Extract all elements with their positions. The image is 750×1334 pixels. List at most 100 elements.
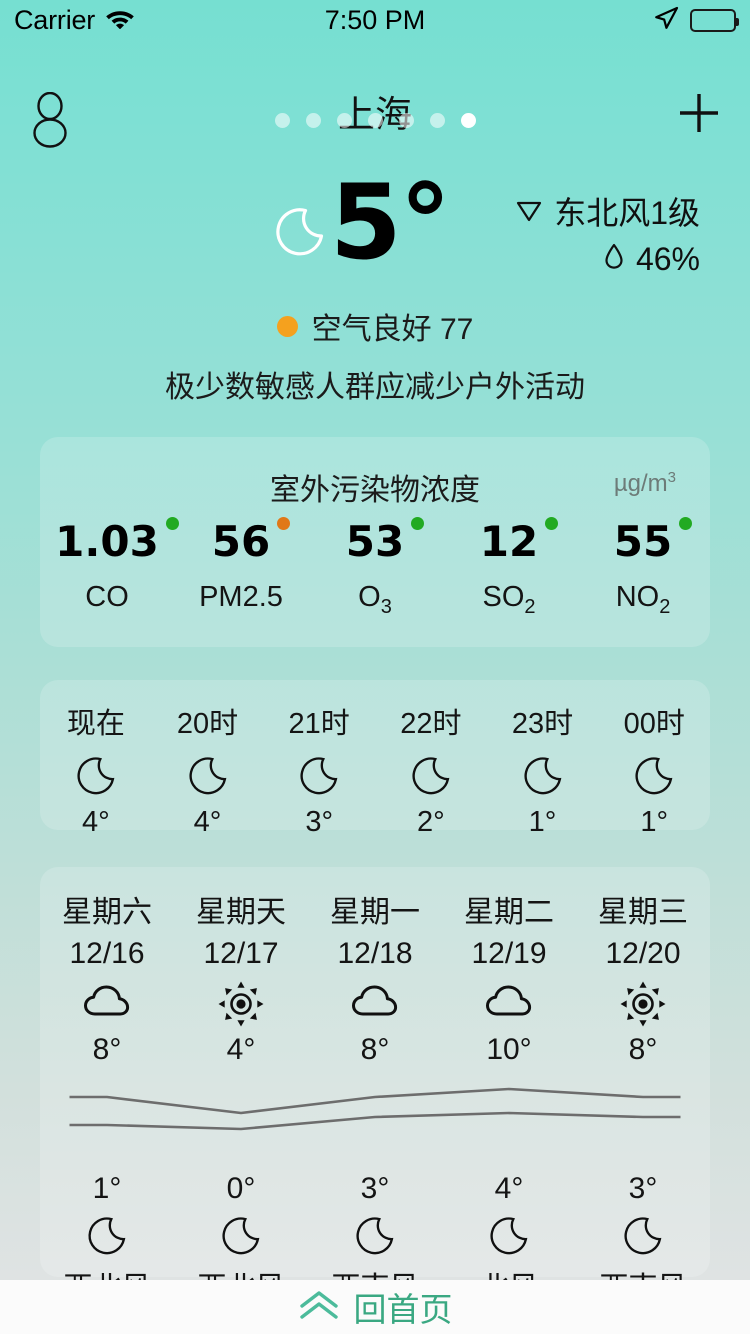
moon-icon [272, 204, 328, 265]
status-bar: Carrier 7:50 PM [0, 0, 750, 40]
page-dot[interactable] [368, 113, 383, 128]
page-dot-active[interactable] [461, 113, 476, 128]
daily-date: 12/20 [576, 937, 710, 971]
pollutants-unit: µg/m3 [614, 469, 676, 498]
hourly-forecast-card[interactable]: 现在 4° 20时 4° 21时 3° 22时 [40, 680, 710, 830]
hourly-temp: 4° [40, 806, 152, 839]
nav-bar: 上海 [0, 40, 750, 130]
page-dot[interactable] [275, 113, 290, 128]
trend-line-low [70, 1113, 681, 1129]
pollutants-card[interactable]: 室外污染物浓度 µg/m3 1.03 CO 56 PM2.5 53 O3 12 … [40, 437, 710, 647]
daily-day-grid: 星期六 12/16 8° 星期天 12/17 [40, 867, 710, 1067]
back-to-home-label: 回首页 [354, 1283, 453, 1331]
weather-app-screen: Carrier 7:50 PM [0, 0, 750, 1334]
daily-item: 星期天 12/17 [174, 887, 308, 1067]
daily-item: 星期二 12/19 10° [442, 887, 576, 1067]
pollutant-status-dot [545, 517, 558, 530]
hourly-temp: 4° [152, 806, 264, 839]
current-wind-humidity: 东北风1级 46% [515, 190, 700, 282]
daily-low-temp: 3° [576, 1172, 710, 1206]
trend-line-high [70, 1089, 681, 1113]
hourly-time: 22时 [375, 700, 487, 742]
hourly-item: 现在 4° [40, 700, 152, 830]
hourly-time: 00时 [598, 700, 710, 742]
moon-icon [375, 754, 487, 800]
battery-icon [690, 9, 736, 32]
pollutant-item: 53 O3 [308, 521, 442, 619]
pollutant-status-dot [166, 517, 179, 530]
status-bar-clock: 7:50 PM [325, 5, 426, 36]
moon-icon [487, 754, 599, 800]
page-dot[interactable] [306, 113, 321, 128]
daily-forecast-card[interactable]: 星期六 12/16 8° 星期天 12/17 [40, 867, 710, 1277]
pollutant-value: 56 [212, 521, 270, 563]
aqi-label: 空气良好 77 [312, 304, 474, 348]
pollutant-name: SO2 [442, 581, 576, 619]
pollutant-item: 12 SO2 [442, 521, 576, 619]
current-conditions: 5° 东北风1级 46% [0, 180, 750, 406]
hourly-item: 22时 2° [375, 700, 487, 830]
daily-item: 星期一 12/18 8° [308, 887, 442, 1067]
daily-date: 12/19 [442, 937, 576, 971]
daily-date: 12/17 [174, 937, 308, 971]
pollutant-name: CO [40, 581, 174, 614]
hourly-item: 23时 1° [487, 700, 599, 830]
hourly-grid: 现在 4° 20时 4° 21时 3° 22时 [40, 680, 710, 830]
status-bar-left: Carrier [14, 5, 325, 36]
pollutants-title: 室外污染物浓度 [40, 465, 710, 509]
wifi-icon [105, 7, 135, 34]
moon-icon [40, 754, 152, 800]
back-to-home-button[interactable]: 回首页 [0, 1280, 750, 1334]
pollutant-value: 12 [480, 521, 538, 563]
hourly-time: 现在 [40, 700, 152, 742]
daily-item: 星期三 12/20 [576, 887, 710, 1067]
cloud-icon [40, 981, 174, 1029]
daily-high-temp: 8° [576, 1033, 710, 1067]
hourly-time: 20时 [152, 700, 264, 742]
page-dot[interactable] [399, 113, 414, 128]
daily-low-temp: 1° [40, 1172, 174, 1206]
page-indicator[interactable] [0, 113, 750, 128]
daily-weekday: 星期六 [40, 887, 174, 931]
location-arrow-icon [653, 5, 679, 36]
air-quality-row[interactable]: 空气良好 77 [0, 304, 750, 348]
pollutant-value: 53 [346, 521, 404, 563]
humidity-drop-icon [603, 236, 625, 282]
moon-icon [442, 1214, 576, 1260]
hourly-temp: 1° [598, 806, 710, 839]
pollutants-grid: 1.03 CO 56 PM2.5 53 O3 12 SO2 55 NO2 [40, 521, 710, 619]
daily-item: 星期六 12/16 8° [40, 887, 174, 1067]
daily-low-temp: 4° [442, 1172, 576, 1206]
pollutant-name: O3 [308, 581, 442, 619]
carrier-label: Carrier [14, 5, 95, 36]
daily-weekday: 星期天 [174, 887, 308, 931]
hourly-item: 21时 3° [263, 700, 375, 830]
daily-high-temp: 4° [174, 1033, 308, 1067]
daily-high-temp: 8° [40, 1033, 174, 1067]
hourly-item: 00时 1° [598, 700, 710, 830]
hourly-item: 20时 4° [152, 700, 264, 830]
hourly-temp: 1° [487, 806, 599, 839]
pollutant-status-dot [411, 517, 424, 530]
page-dot[interactable] [430, 113, 445, 128]
pollutant-value: 55 [614, 521, 672, 563]
pollutant-item: 1.03 CO [40, 521, 174, 619]
hourly-temp: 2° [375, 806, 487, 839]
wind-row: 东北风1级 [515, 190, 700, 236]
pollutant-name: NO2 [576, 581, 710, 619]
aqi-advice: 极少数敏感人群应减少户外活动 [0, 362, 750, 406]
cloud-icon [442, 981, 576, 1029]
hourly-time: 21时 [263, 700, 375, 742]
hourly-time: 23时 [487, 700, 599, 742]
daily-date: 12/18 [308, 937, 442, 971]
pollutant-name: PM2.5 [174, 581, 308, 614]
pollutant-item: 55 NO2 [576, 521, 710, 619]
daily-weekday: 星期三 [576, 887, 710, 931]
page-dot[interactable] [337, 113, 352, 128]
daily-high-temp: 10° [442, 1033, 576, 1067]
daily-date: 12/16 [40, 937, 174, 971]
moon-icon [308, 1214, 442, 1260]
daily-low-temp: 3° [308, 1172, 442, 1206]
daily-weekday: 星期二 [442, 887, 576, 931]
pollutants-header: 室外污染物浓度 µg/m3 [40, 437, 710, 521]
